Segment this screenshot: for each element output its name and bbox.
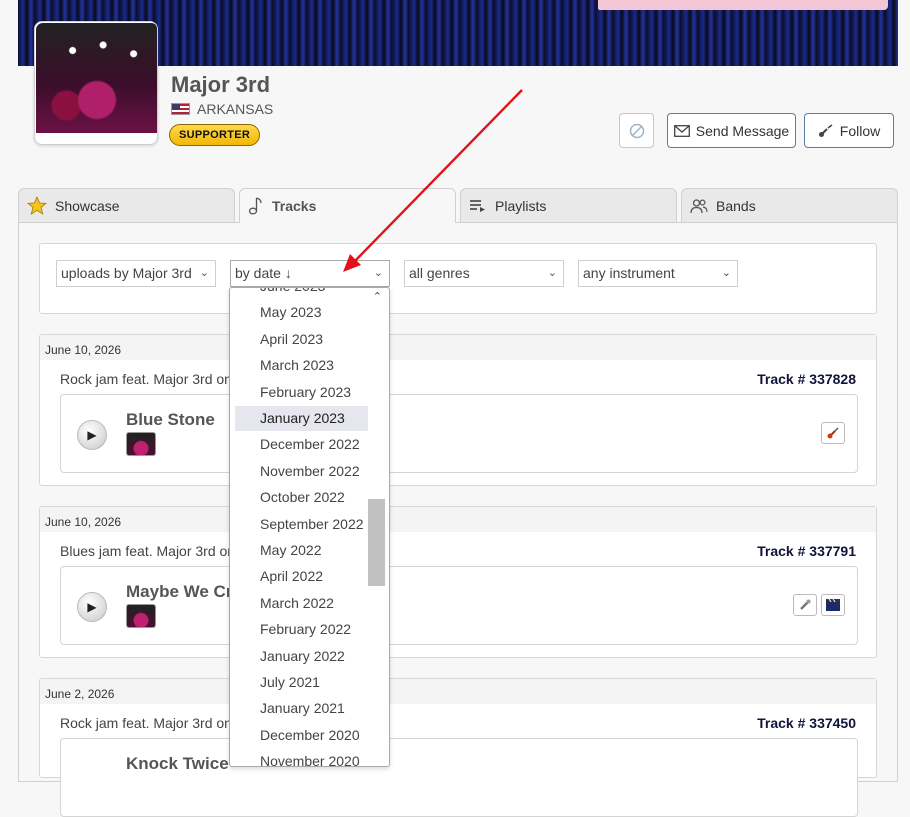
chevron-up-icon[interactable]: ⌃ xyxy=(373,290,382,303)
uploads-filter-value: uploads by Major 3rd xyxy=(61,265,192,281)
track-player: ▶ Maybe We Cr xyxy=(60,566,858,645)
tab-showcase[interactable]: Showcase xyxy=(18,188,235,222)
dropdown-option[interactable]: May 2022 xyxy=(235,538,368,563)
track-card: June 10, 2026 Blues jam feat. Major 3rd … xyxy=(39,506,877,658)
follow-button[interactable]: Follow xyxy=(804,113,894,148)
location-label: ARKANSAS xyxy=(197,101,274,117)
guitar-icon[interactable] xyxy=(821,422,845,444)
track-thumbnail[interactable] xyxy=(126,432,156,456)
banner-overlay xyxy=(598,0,888,10)
track-number[interactable]: Track # 337791 xyxy=(757,543,856,559)
play-icon: ▶ xyxy=(87,428,97,442)
dropdown-option[interactable]: July 2021 xyxy=(235,670,368,695)
track-title[interactable]: Blue Stone xyxy=(126,410,215,430)
tab-playlists-label: Playlists xyxy=(495,197,547,214)
uploads-filter-select[interactable]: uploads by Major 3rd ⌄ xyxy=(56,260,216,287)
dropdown-scrollbar[interactable]: ⌃ xyxy=(368,288,385,766)
track-number[interactable]: Track # 337828 xyxy=(757,371,856,387)
dropdown-option[interactable]: March 2023 xyxy=(235,353,368,378)
block-button[interactable] xyxy=(619,113,654,148)
dropdown-option[interactable]: January 2021 xyxy=(235,696,368,721)
follow-label: Follow xyxy=(839,122,881,139)
send-message-button[interactable]: Send Message xyxy=(667,113,796,148)
chevron-down-icon: ⌄ xyxy=(373,267,383,279)
track-description: Blues jam feat. Major 3rd on xyxy=(60,543,236,559)
sort-value: by date ↓ xyxy=(235,265,292,281)
dropdown-option[interactable]: April 2023 xyxy=(235,327,368,352)
dropdown-option[interactable]: January 2023 xyxy=(235,406,368,431)
tab-showcase-label: Showcase xyxy=(55,197,120,214)
dropdown-option[interactable]: September 2022 xyxy=(235,512,368,537)
users-icon xyxy=(690,198,708,213)
avatar-image xyxy=(36,23,157,133)
music-note-icon xyxy=(248,197,262,215)
send-message-label: Send Message xyxy=(695,122,790,139)
track-player: ▶ Blue Stone xyxy=(60,394,858,473)
dropdown-option[interactable]: January 2022 xyxy=(235,644,368,669)
track-date: June 10, 2026 xyxy=(40,335,876,360)
genre-value: all genres xyxy=(409,265,470,281)
us-flag-icon xyxy=(171,103,190,115)
dropdown-option[interactable]: December 2020 xyxy=(235,723,368,748)
dropdown-option[interactable]: November 2020 xyxy=(235,749,368,766)
dropdown-option[interactable]: February 2022 xyxy=(235,617,368,642)
dropdown-option[interactable]: May 2023 xyxy=(235,300,368,325)
track-card: June 10, 2026 Rock jam feat. Major 3rd o… xyxy=(39,334,877,486)
dropdown-option[interactable]: March 2022 xyxy=(235,591,368,616)
avatar[interactable] xyxy=(34,21,158,145)
chevron-down-icon: ⌄ xyxy=(721,267,731,279)
dropdown-option[interactable]: June 2023 xyxy=(235,288,368,299)
track-thumbnail[interactable] xyxy=(126,604,156,628)
block-icon xyxy=(629,123,644,138)
play-icon: ▶ xyxy=(87,600,97,614)
track-date: June 10, 2026 xyxy=(40,507,876,532)
sort-select[interactable]: by date ↓ ⌄ xyxy=(230,260,390,287)
genre-select[interactable]: all genres ⌄ xyxy=(404,260,564,287)
dropdown-option[interactable]: December 2022 xyxy=(235,432,368,457)
star-icon xyxy=(27,196,47,215)
track-description: Rock jam feat. Major 3rd on xyxy=(60,715,232,731)
play-button[interactable]: ▶ xyxy=(77,420,107,450)
tab-playlists[interactable]: Playlists xyxy=(460,188,677,222)
envelope-icon xyxy=(673,124,690,137)
chevron-down-icon: ⌄ xyxy=(547,267,557,279)
track-card: June 2, 2026 Rock jam feat. Major 3rd on… xyxy=(39,678,877,817)
instrument-value: any instrument xyxy=(583,265,675,281)
tab-bands-label: Bands xyxy=(716,197,756,214)
dropdown-option[interactable]: November 2022 xyxy=(235,459,368,484)
microphone-icon[interactable] xyxy=(793,594,817,616)
dropdown-option[interactable]: October 2022 xyxy=(235,485,368,510)
tab-tracks-label: Tracks xyxy=(272,198,317,214)
track-player: Knock Twice xyxy=(60,738,858,817)
artist-name: Major 3rd xyxy=(171,72,271,97)
track-date: June 2, 2026 xyxy=(40,679,876,704)
playlist-icon xyxy=(470,199,485,212)
instrument-select[interactable]: any instrument ⌄ xyxy=(578,260,738,287)
guitar-icon xyxy=(818,123,833,137)
track-description: Rock jam feat. Major 3rd on xyxy=(60,371,232,387)
chevron-down-icon: ⌄ xyxy=(199,267,209,279)
clapperboard-icon[interactable] xyxy=(821,594,845,616)
location: ARKANSAS xyxy=(171,101,273,117)
track-number[interactable]: Track # 337450 xyxy=(757,715,856,731)
track-title[interactable]: Maybe We Cr xyxy=(126,582,232,602)
supporter-badge: SUPPORTER xyxy=(169,124,261,146)
play-button[interactable]: ▶ xyxy=(77,592,107,622)
tab-tracks[interactable]: Tracks xyxy=(239,188,456,223)
dropdown-option[interactable]: February 2023 xyxy=(235,380,368,405)
scrollbar-thumb[interactable] xyxy=(368,499,385,586)
tab-bands[interactable]: Bands xyxy=(681,188,898,222)
dropdown-option[interactable]: April 2022 xyxy=(235,564,368,589)
sort-dropdown-list[interactable]: June 2023May 2023April 2023March 2023Feb… xyxy=(229,287,390,767)
track-title[interactable]: Knock Twice xyxy=(126,754,229,774)
